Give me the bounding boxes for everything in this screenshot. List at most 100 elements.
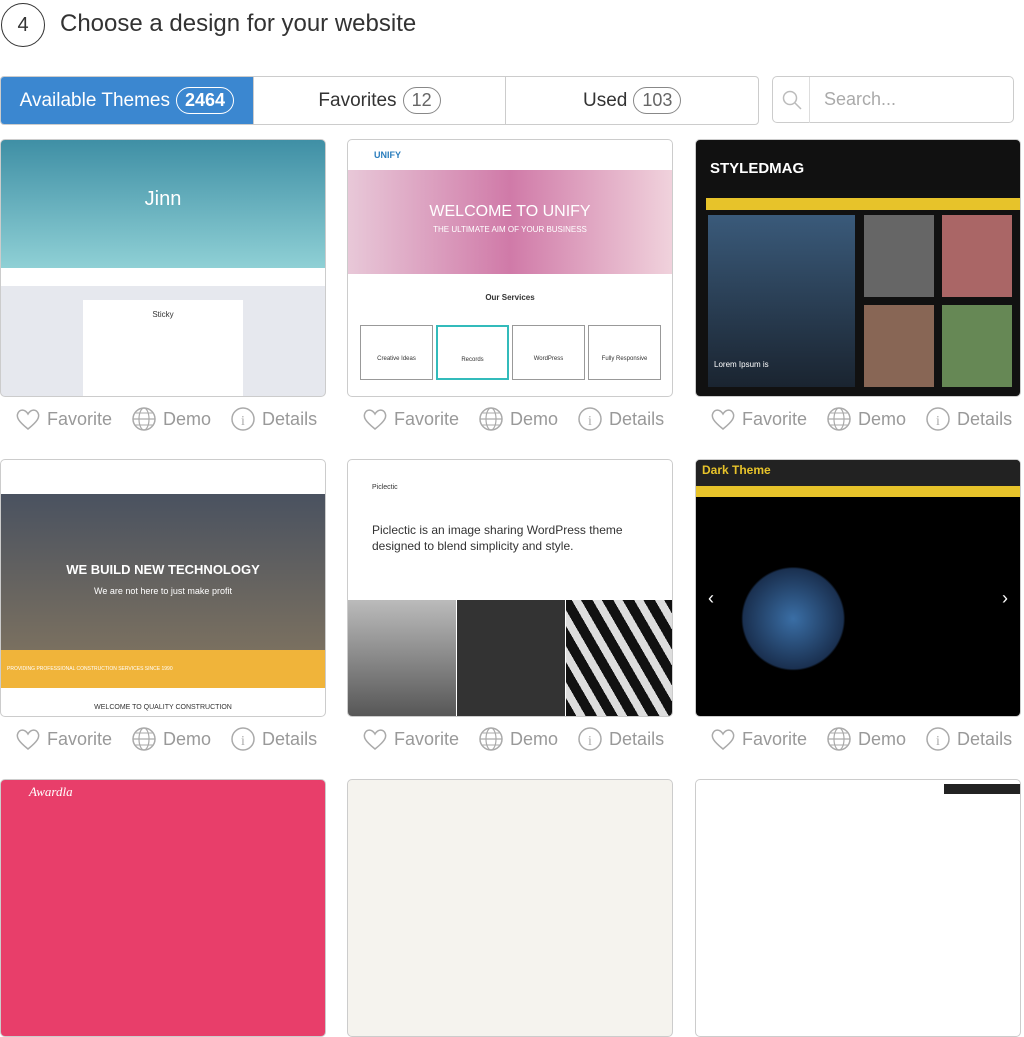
tab-label: Favorites xyxy=(318,89,397,111)
globe-icon xyxy=(827,727,851,751)
info-icon: i xyxy=(578,407,602,431)
tab-used[interactable]: Used 103 xyxy=(505,77,758,124)
theme-card: Awardla xyxy=(0,779,326,1037)
step-number: 4 xyxy=(1,3,45,47)
favorite-label: Favorite xyxy=(47,728,113,749)
info-icon: i xyxy=(926,727,950,751)
demo-button[interactable]: Demo xyxy=(130,405,211,433)
preview-text: Piclectic xyxy=(372,484,398,491)
details-button[interactable]: i Details xyxy=(229,405,317,433)
search-icon xyxy=(782,90,802,110)
theme-actions: Favorite Demo i Details xyxy=(347,405,673,433)
details-button[interactable]: i Details xyxy=(229,725,317,753)
svg-text:i: i xyxy=(936,734,940,749)
theme-card: WE BUILD NEW TECHNOLOGY We are not here … xyxy=(0,459,326,753)
favorite-button[interactable]: Favorite xyxy=(14,405,112,433)
details-button[interactable]: i Details xyxy=(576,725,664,753)
heart-icon xyxy=(16,409,40,430)
preview-text: WELCOME TO UNIFY xyxy=(429,203,591,220)
globe-icon xyxy=(479,727,503,751)
theme-preview[interactable]: UNIFY WELCOME TO UNIFY THE ULTIMATE AIM … xyxy=(347,139,673,397)
demo-label: Demo xyxy=(163,728,212,749)
demo-label: Demo xyxy=(858,408,907,429)
preview-text: Piclectic is an image sharing WordPress … xyxy=(372,523,623,553)
demo-label: Demo xyxy=(510,408,559,429)
theme-card: Piclectic Piclectic is an image sharing … xyxy=(347,459,673,753)
preview-text: Fully Responsive xyxy=(588,325,661,380)
count-badge: 103 xyxy=(633,87,682,114)
demo-button[interactable]: Demo xyxy=(477,405,558,433)
favorite-label: Favorite xyxy=(47,408,113,429)
preview-text: Awardla xyxy=(29,784,73,799)
heart-icon xyxy=(16,729,40,750)
tab-label: Available Themes xyxy=(19,89,170,111)
theme-card xyxy=(347,779,673,1037)
demo-button[interactable]: Demo xyxy=(477,725,558,753)
preview-text: WE BUILD NEW TECHNOLOGY xyxy=(66,562,260,577)
favorite-button[interactable]: Favorite xyxy=(361,405,459,433)
svg-text:i: i xyxy=(241,414,245,429)
theme-card xyxy=(695,779,1021,1037)
demo-label: Demo xyxy=(510,728,559,749)
demo-button[interactable]: Demo xyxy=(825,405,906,433)
theme-card: Dark Theme ‹ › Favorite Demo i Details xyxy=(695,459,1021,753)
info-icon: i xyxy=(578,727,602,751)
svg-text:i: i xyxy=(588,734,592,749)
theme-preview[interactable]: Piclectic Piclectic is an image sharing … xyxy=(347,459,673,717)
details-button[interactable]: i Details xyxy=(924,405,1012,433)
preview-text: STYLEDMAG xyxy=(710,160,805,177)
details-button[interactable]: i Details xyxy=(924,725,1012,753)
theme-card: Jinn Sticky Favorite Demo i Details xyxy=(0,139,326,433)
preview-text: Our Services xyxy=(485,293,535,302)
favorite-button[interactable]: Favorite xyxy=(709,725,807,753)
favorite-label: Favorite xyxy=(394,408,460,429)
theme-tabs: Available Themes 2464 Favorites 12 Used 103 xyxy=(0,76,759,125)
preview-text: PROVIDING PROFESSIONAL CONSTRUCTION SERV… xyxy=(7,666,173,672)
theme-preview[interactable] xyxy=(347,779,673,1037)
theme-preview[interactable]: WE BUILD NEW TECHNOLOGY We are not here … xyxy=(0,459,326,717)
preview-text: WordPress xyxy=(512,325,585,380)
details-button[interactable]: i Details xyxy=(576,405,664,433)
theme-preview[interactable]: Jinn Sticky xyxy=(0,139,326,397)
heart-icon xyxy=(363,729,387,750)
favorite-button[interactable]: Favorite xyxy=(14,725,112,753)
search-box xyxy=(772,76,1014,123)
demo-label: Demo xyxy=(858,728,907,749)
count-badge: 2464 xyxy=(175,87,235,114)
favorite-label: Favorite xyxy=(742,728,808,749)
preview-text: UNIFY xyxy=(374,150,401,160)
heart-icon xyxy=(363,409,387,430)
globe-icon xyxy=(132,407,156,431)
theme-preview[interactable] xyxy=(695,779,1021,1037)
preview-text: Sticky xyxy=(152,310,174,319)
details-label: Details xyxy=(957,408,1013,429)
info-icon: i xyxy=(231,727,255,751)
details-label: Details xyxy=(262,728,318,749)
preview-text: Records xyxy=(436,325,509,380)
details-label: Details xyxy=(957,728,1013,749)
preview-text: THE ULTIMATE AIM OF YOUR BUSINESS xyxy=(433,225,587,234)
count-badge: 12 xyxy=(402,87,441,114)
demo-button[interactable]: Demo xyxy=(825,725,906,753)
preview-text: We are not here to just make profit xyxy=(94,586,232,596)
search-input[interactable] xyxy=(824,89,1004,110)
globe-icon xyxy=(479,407,503,431)
tab-available-themes[interactable]: Available Themes 2464 xyxy=(1,77,253,124)
demo-button[interactable]: Demo xyxy=(130,725,211,753)
heart-icon xyxy=(711,729,735,750)
details-label: Details xyxy=(609,408,665,429)
favorite-button[interactable]: Favorite xyxy=(361,725,459,753)
globe-icon xyxy=(132,727,156,751)
tab-favorites[interactable]: Favorites 12 xyxy=(252,77,506,124)
theme-preview[interactable]: STYLEDMAG Lorem Ipsum is xyxy=(695,139,1021,397)
theme-actions: Favorite Demo i Details xyxy=(695,725,1021,753)
preview-text: Lorem Ipsum is xyxy=(714,360,769,369)
info-icon: i xyxy=(926,407,950,431)
svg-text:i: i xyxy=(241,734,245,749)
theme-actions: Favorite Demo i Details xyxy=(347,725,673,753)
theme-actions: Favorite Demo i Details xyxy=(695,405,1021,433)
theme-preview[interactable]: Awardla xyxy=(0,779,326,1037)
favorite-button[interactable]: Favorite xyxy=(709,405,807,433)
theme-preview[interactable]: Dark Theme ‹ › xyxy=(695,459,1021,717)
preview-text: WELCOME TO QUALITY CONSTRUCTION xyxy=(94,704,232,711)
